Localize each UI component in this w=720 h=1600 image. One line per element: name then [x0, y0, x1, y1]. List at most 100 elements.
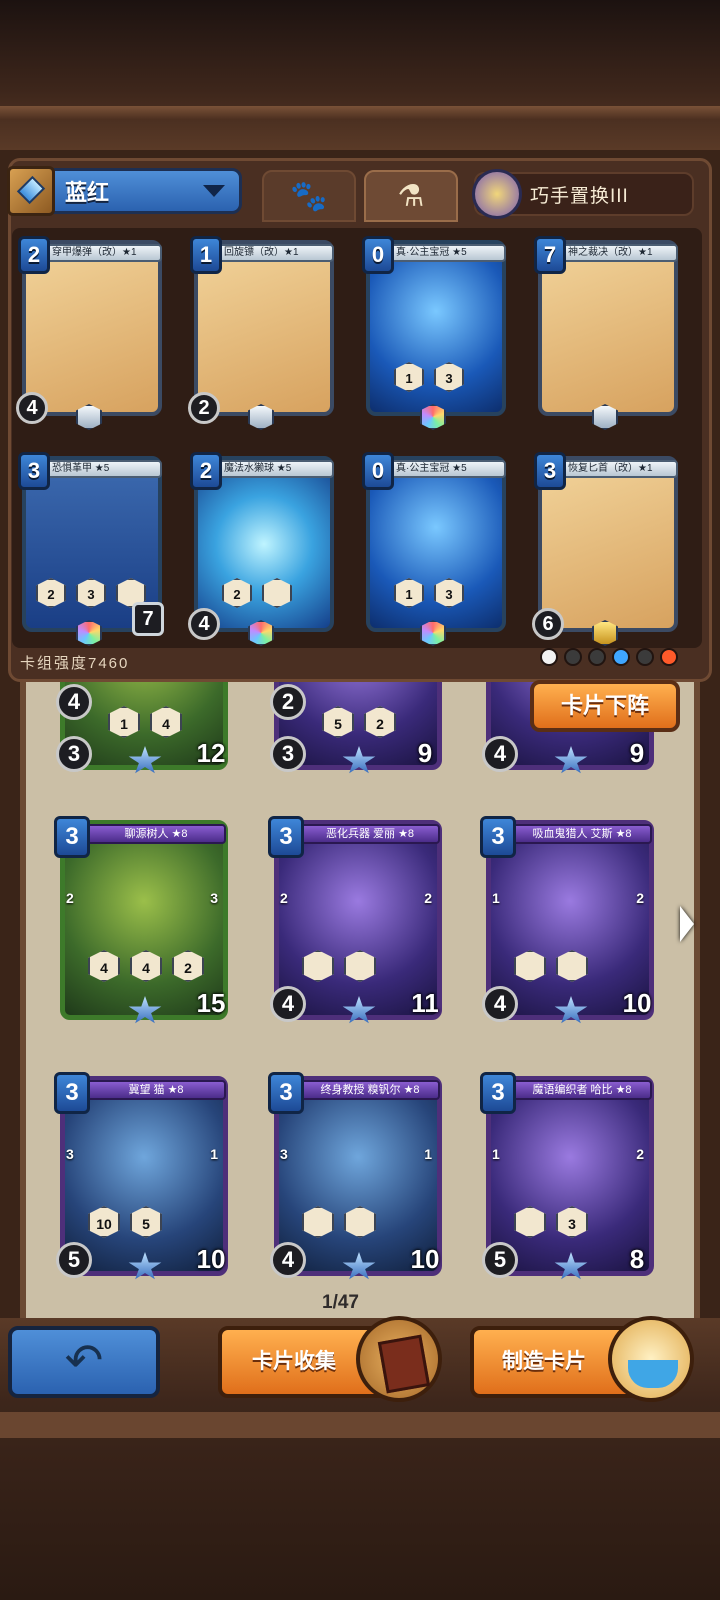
deck-card[interactable]: 3 恢复匕首（改）★1 6	[530, 446, 680, 646]
card-collection-area: 4 1 4 3 12 2 5 2 3 9 4 9 3 聊源树人 ★8 2 3 4 4 2 15 3 恶化兵器 爱丽 ★8…	[20, 682, 700, 1332]
card-cost: 3	[534, 452, 566, 490]
skill-name: 巧手置换III	[530, 185, 629, 207]
collection-card[interactable]: 3 魔语编织者 哈比 ★8 1 2 3 5 8	[478, 1066, 658, 1280]
card-attack: 3	[56, 736, 92, 772]
card-name: 恢复匕首（改）★1	[560, 460, 678, 478]
card-name: 神之裁决（改）★1	[560, 244, 678, 262]
card-name: 冀望 猫 ★8	[86, 1080, 226, 1100]
top-header-bar	[0, 0, 720, 150]
collection-card[interactable]: 3 冀望 猫 ★8 3 1 10 5 5 10	[52, 1066, 232, 1280]
element-icon	[540, 648, 558, 666]
card-bomb-value: 6	[532, 608, 564, 640]
card-life: 10	[622, 988, 652, 1018]
card-side-left: 1	[492, 1146, 500, 1162]
collection-card[interactable]: 4 1 4 3 12	[52, 682, 232, 774]
back-button[interactable]: ↶	[8, 1326, 160, 1398]
deck-card[interactable]: 2 魔法水獭球 ★5 2 4	[186, 446, 336, 646]
card-cost: 0	[362, 236, 394, 274]
card-attack: 4	[270, 986, 306, 1022]
card-bomb-value: 4	[188, 608, 220, 640]
card-side-right: 2	[424, 890, 432, 906]
card-cost: 1	[190, 236, 222, 274]
element-icon	[564, 648, 582, 666]
tab-creatures[interactable]: 🐾	[262, 170, 356, 222]
card-book-icon[interactable]	[356, 1316, 442, 1402]
card-side-left: 3	[66, 1146, 74, 1162]
card-name: 聊源树人 ★8	[86, 824, 226, 844]
card-name: 真·公主宝冠 ★5	[388, 460, 506, 478]
card-name: 吸血鬼猎人 艾斯 ★8	[512, 824, 652, 844]
card-cost: 2	[190, 452, 222, 490]
collection-card[interactable]: 3 聊源树人 ★8 2 3 4 4 2 15	[52, 810, 232, 1024]
page-indicator: 1/47	[322, 1292, 359, 1313]
bottom-strip	[0, 1412, 720, 1438]
card-name: 恐惧革甲 ★5	[44, 460, 162, 478]
card-life: 10	[196, 1244, 226, 1274]
card-name: 恶化兵器 爱丽 ★8	[300, 824, 440, 844]
deck-card[interactable]: 1 回旋镖（改）★1 2	[186, 230, 336, 430]
card-cost: 3	[54, 1072, 90, 1114]
element-icon	[612, 648, 630, 666]
card-name: 回旋镖（改）★1	[216, 244, 334, 262]
deck-card[interactable]: 7 神之裁决（改）★1	[530, 230, 680, 430]
deck-card[interactable]: 0 真·公主宝冠 ★5 1 3	[358, 230, 508, 430]
deck-selector[interactable]: 蓝红	[7, 166, 242, 216]
card-bomb-value: 2	[188, 392, 220, 424]
card-cost: 3	[268, 816, 304, 858]
collection-card[interactable]: 3 终身教授 糗钒尔 ★8 3 1 4 10	[266, 1066, 446, 1280]
card-side-right: 3	[210, 890, 218, 906]
card-cost: 2	[18, 236, 50, 274]
card-cost: 3	[18, 452, 50, 490]
card-life: 9	[417, 738, 433, 768]
card-top-value: 2	[270, 684, 306, 720]
element-indicators	[540, 648, 678, 666]
card-attack: 4	[482, 986, 518, 1022]
card-life: 12	[196, 738, 226, 768]
card-cost: 0	[362, 452, 394, 490]
card-cost: 3	[268, 1072, 304, 1114]
card-side-left: 3	[280, 1146, 288, 1162]
card-life: 9	[629, 738, 645, 768]
card-name: 魔语编织者 哈比 ★8	[512, 1080, 652, 1100]
next-page-arrow-icon[interactable]	[680, 906, 694, 942]
card-side-right: 2	[636, 890, 644, 906]
card-life: 8	[629, 1244, 645, 1274]
element-icon	[636, 648, 654, 666]
card-side-left: 1	[492, 890, 500, 906]
skill-portrait-icon	[472, 169, 522, 219]
card-life: 10	[410, 1244, 440, 1274]
tab-spells[interactable]: ⚗	[364, 170, 458, 222]
card-attack: 5	[482, 1242, 518, 1278]
card-life: 11	[411, 988, 439, 1018]
deck-book-icon	[7, 166, 55, 216]
card-attack: 5	[56, 1242, 92, 1278]
card-side-left: 2	[66, 890, 74, 906]
element-icon	[660, 648, 678, 666]
card-cost: 3	[54, 816, 90, 858]
card-life: 15	[196, 988, 226, 1018]
card-attack: 3	[270, 736, 306, 772]
card-name: 魔法水獭球 ★5	[216, 460, 334, 478]
collection-card[interactable]: 3 恶化兵器 爱丽 ★8 2 2 4 11	[266, 810, 446, 1024]
deck-card[interactable]: 0 真·公主宝冠 ★5 1 3	[358, 446, 508, 646]
element-icon	[588, 648, 606, 666]
card-cost: 3	[480, 1072, 516, 1114]
card-health: 7	[132, 602, 164, 636]
collection-card[interactable]: 25239	[266, 682, 446, 774]
card-side-left: 2	[280, 890, 288, 906]
paw-jar-icon[interactable]	[608, 1316, 694, 1402]
deck-name: 蓝红	[65, 180, 110, 205]
card-name: 终身教授 糗钒尔 ★8	[300, 1080, 440, 1100]
skill-slot[interactable]: 巧手置换III	[472, 169, 694, 219]
potion-icon: ⚗	[397, 179, 425, 213]
deck-card[interactable]: 2 穿甲爆弹（改）★1 4	[14, 230, 164, 430]
deck-card[interactable]: 3 恐惧革甲 ★5 2 3 7	[14, 446, 164, 646]
card-side-right: 1	[210, 1146, 218, 1162]
card-top-value: 4	[56, 684, 92, 720]
card-name: 穿甲爆弹（改）★1	[44, 244, 162, 262]
remove-card-button[interactable]: 卡片下阵	[530, 680, 680, 732]
card-cost: 7	[534, 236, 566, 274]
card-attack: 4	[482, 736, 518, 772]
collection-card[interactable]: 3 吸血鬼猎人 艾斯 ★8 1 2 4 10	[478, 810, 658, 1024]
card-side-right: 1	[424, 1146, 432, 1162]
